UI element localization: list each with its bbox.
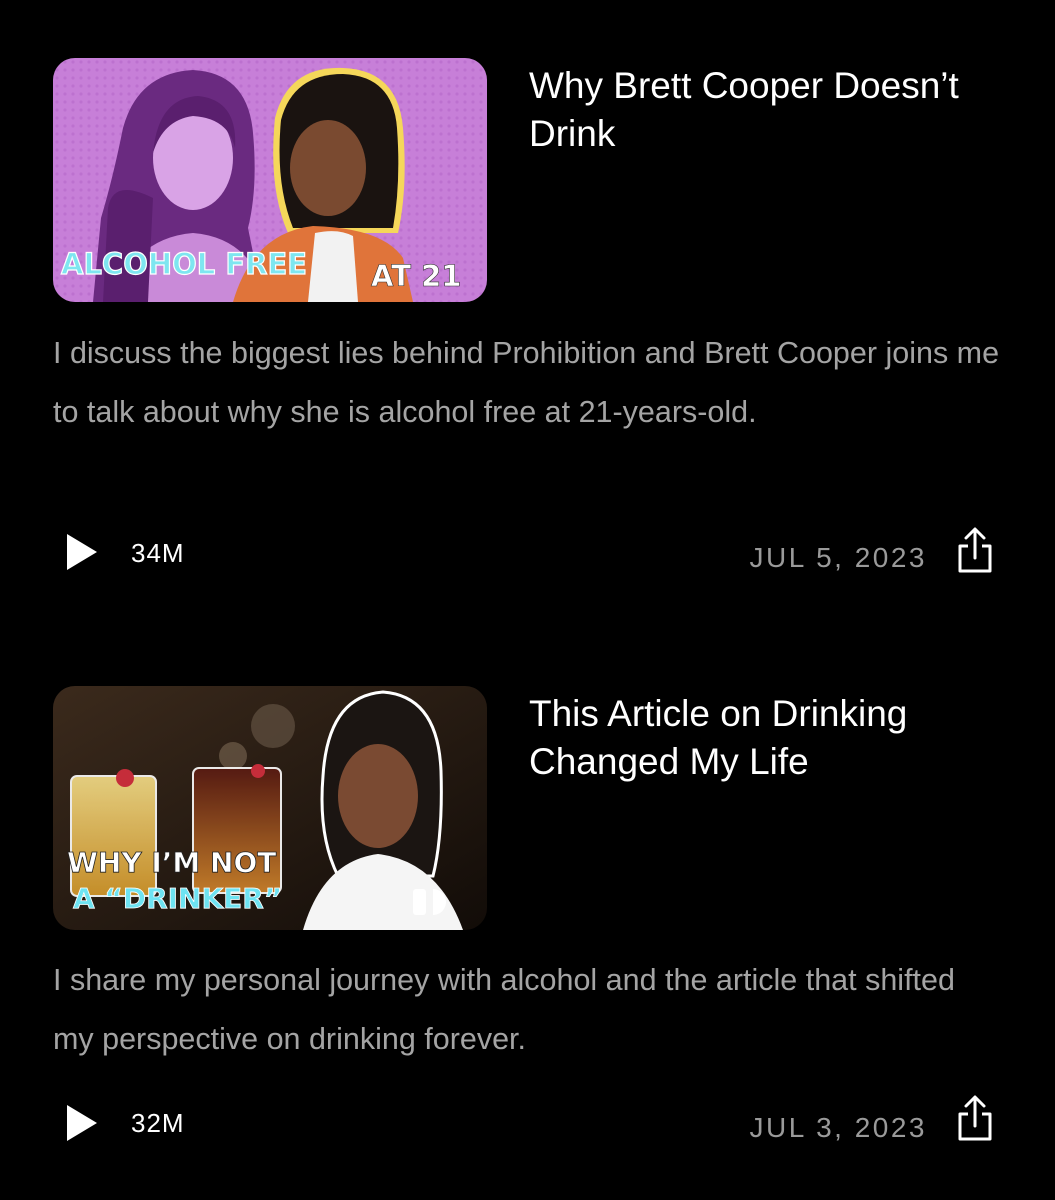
episode-date: JUL 5, 2023 <box>749 542 927 573</box>
episode-date: JUL 3, 2023 <box>749 1112 927 1143</box>
svg-text:ALCOHOL FREE: ALCOHOL FREE <box>61 247 307 281</box>
episode-description: I share my personal journey with alcohol… <box>53 963 955 1056</box>
play-button[interactable] <box>64 532 100 572</box>
episode-thumbnail[interactable]: WHY I’M NOT A “DRINKER” <box>53 686 487 930</box>
view-count: 32M <box>131 1108 185 1138</box>
episode-thumbnail[interactable]: ALCOHOL FREE AT 21 <box>53 58 487 302</box>
svg-text:A “DRINKER”: A “DRINKER” <box>73 882 282 915</box>
play-icon <box>67 1105 97 1141</box>
share-button[interactable] <box>955 526 995 574</box>
thumbnail-image: WHY I’M NOT A “DRINKER” <box>53 686 487 930</box>
thumbnail-image: ALCOHOL FREE AT 21 <box>53 58 487 302</box>
play-button[interactable] <box>64 1103 100 1143</box>
share-icon <box>958 1095 992 1141</box>
svg-text:WHY I’M NOT: WHY I’M NOT <box>67 846 276 879</box>
share-button[interactable] <box>955 1094 995 1142</box>
episode-title[interactable]: This Article on Drinking Changed My Life <box>529 690 1009 786</box>
svg-text:AT 21: AT 21 <box>371 259 461 293</box>
view-count: 34M <box>131 538 185 568</box>
share-icon <box>958 527 992 573</box>
episode-description: I discuss the biggest lies behind Prohib… <box>53 336 1000 429</box>
play-icon <box>67 534 97 570</box>
episode-title[interactable]: Why Brett Cooper Doesn’t Drink <box>529 62 1009 158</box>
